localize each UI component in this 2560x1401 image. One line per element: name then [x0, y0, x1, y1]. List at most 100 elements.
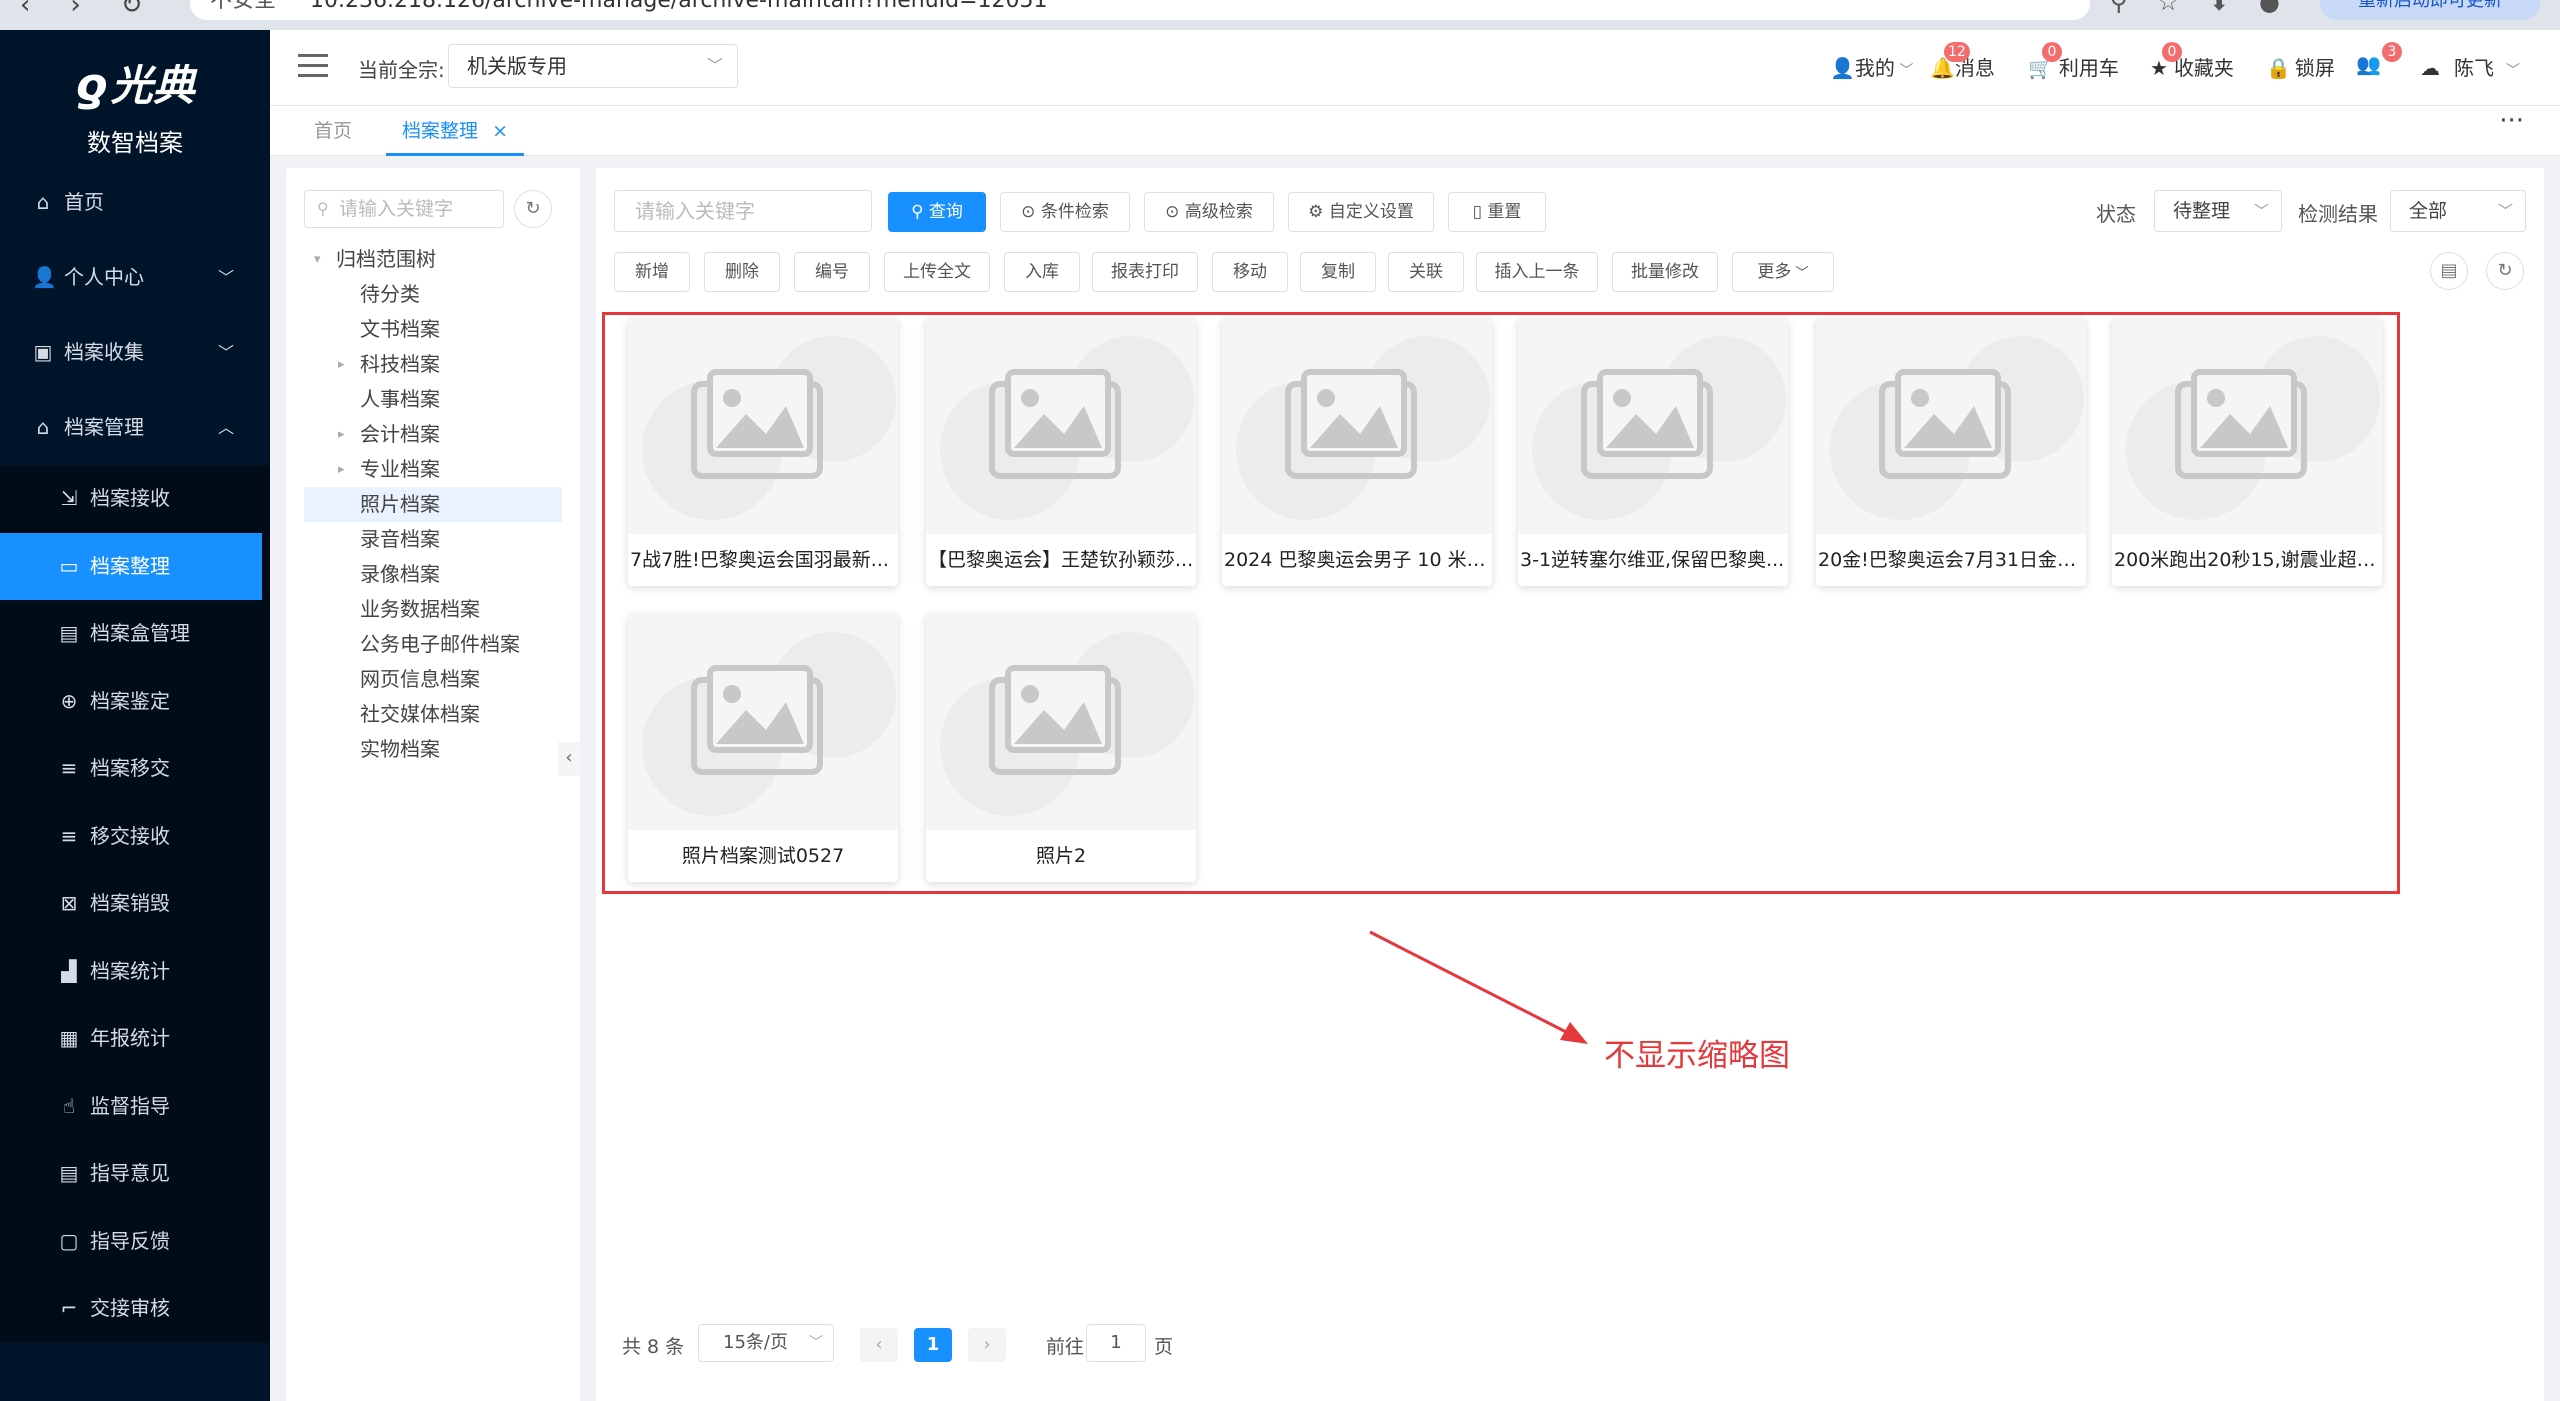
- sidebar-item-destroy[interactable]: ⊠ 档案销毁: [0, 870, 270, 938]
- tree-node[interactable]: 录音档案: [360, 522, 440, 557]
- photo-card[interactable]: 3-1逆转塞尔维亚,保留巴黎奥...: [1518, 318, 1788, 586]
- online-users-button[interactable]: 👥 3: [2356, 42, 2402, 76]
- lock-button[interactable]: 🔒 锁屏: [2266, 52, 2335, 81]
- photo-card[interactable]: 照片2: [926, 614, 1196, 882]
- tree-node[interactable]: 业务数据档案: [360, 592, 480, 627]
- tree-node[interactable]: 人事档案: [360, 382, 440, 417]
- sidebar-item-supervise[interactable]: ☝ 监督指导: [0, 1073, 270, 1141]
- status-select[interactable]: 待整理 ﹀: [2154, 190, 2282, 232]
- sidebar-item-transfer-receive[interactable]: ≡ 移交接收: [0, 803, 270, 871]
- tree-node[interactable]: 网页信息档案: [360, 662, 480, 697]
- my-menu[interactable]: 👤我的 ﹀: [1830, 52, 1913, 81]
- photo-card[interactable]: 7战7胜!巴黎奥运会国羽最新...: [628, 318, 898, 586]
- photo-card[interactable]: 【巴黎奥运会】王楚钦孙颖莎...: [926, 318, 1196, 586]
- sidebar-item-home[interactable]: ⌂ 首页: [0, 165, 270, 240]
- sidebar-item-audit[interactable]: ⌐ 交接审核: [0, 1275, 270, 1343]
- user-menu[interactable]: ☁ 陈飞 ﹀: [2420, 52, 2520, 81]
- tab-home[interactable]: 首页: [314, 116, 352, 156]
- tree-node[interactable]: 社交媒体档案: [360, 697, 480, 732]
- caret-right-icon[interactable]: ▸: [338, 417, 345, 452]
- sidebar-item-guidance[interactable]: ▤ 指导意见: [0, 1140, 270, 1208]
- sidebar-item-box[interactable]: ▤ 档案盒管理: [0, 600, 270, 668]
- number-button[interactable]: 编号: [794, 252, 870, 292]
- sidebar-item-collect[interactable]: ▣ 档案收集 ﹀: [0, 315, 270, 390]
- reset-button[interactable]: ▯ 重置: [1448, 192, 1546, 232]
- sidebar-item-annual[interactable]: ▦ 年报统计: [0, 1005, 270, 1073]
- my-menu-label: 我的: [1854, 56, 1895, 80]
- messages-button[interactable]: 🔔消息 12: [1930, 42, 1995, 81]
- more-button[interactable]: 更多 ﹀: [1732, 252, 1834, 292]
- caret-right-icon[interactable]: ▸: [338, 452, 345, 487]
- address-bar[interactable]: 不安全 10.236.218.126/archive-manage/archiv…: [190, 0, 2090, 20]
- collapse-panel-button[interactable]: ‹: [558, 742, 580, 776]
- sidebar-item-manage[interactable]: ⌂ 档案管理 ︿: [0, 390, 270, 465]
- photo-card[interactable]: 照片档案测试0527: [628, 614, 898, 882]
- lock-icon: 🔒: [2266, 56, 2291, 80]
- tree-node[interactable]: 公务电子邮件档案: [360, 627, 520, 662]
- tree-search-input[interactable]: ⚲ 请输入关键字: [304, 190, 504, 228]
- advanced-search-label: 高级检索: [1184, 202, 1253, 222]
- report-print-button[interactable]: 报表打印: [1092, 252, 1198, 292]
- tree-node-selected[interactable]: 照片档案: [304, 487, 562, 522]
- page-size-select[interactable]: 15条/页 ﹀: [698, 1324, 834, 1362]
- tree-node-label: 网页信息档案: [360, 667, 480, 691]
- browser-action-icons[interactable]: ⚲☆⬇●: [2110, 0, 2310, 16]
- goto-page-input[interactable]: 1: [1086, 1324, 1146, 1362]
- relate-button[interactable]: 关联: [1388, 252, 1464, 292]
- sidebar-item-statistics[interactable]: ▟ 档案统计: [0, 938, 270, 1006]
- sidebar-item-personal[interactable]: 👤 个人中心 ﹀: [0, 240, 270, 315]
- user-icon: 👤: [1830, 56, 1855, 80]
- prev-page-button[interactable]: ‹: [860, 1328, 898, 1362]
- custom-settings-button[interactable]: ⚙ 自定义设置: [1288, 192, 1434, 232]
- photo-card[interactable]: 200米跑出20秒15,谢震业超越...: [2112, 318, 2382, 586]
- photo-card[interactable]: 20金!巴黎奥运会7月31日金牌...: [1816, 318, 2086, 586]
- tree-node[interactable]: 文书档案: [360, 312, 440, 347]
- view-toggle-button[interactable]: ▤: [2430, 252, 2468, 290]
- copy-button[interactable]: 复制: [1300, 252, 1376, 292]
- batch-edit-button[interactable]: 批量修改: [1612, 252, 1718, 292]
- photo-card[interactable]: 2024 巴黎奥运会男子 10 米气...: [1222, 318, 1492, 586]
- tree-node[interactable]: 实物档案: [360, 732, 440, 767]
- tree-node[interactable]: 待分类: [360, 277, 420, 312]
- tree-node[interactable]: ▸ 科技档案: [338, 347, 440, 382]
- query-button[interactable]: ⚲ 查询: [888, 192, 986, 232]
- sidebar-item-receive[interactable]: ⇲ 档案接收: [0, 465, 270, 533]
- sidebar-item-transfer[interactable]: ≡ 档案移交: [0, 735, 270, 803]
- tree-refresh-button[interactable]: ↻: [514, 190, 552, 228]
- archive-in-button[interactable]: 入库: [1004, 252, 1080, 292]
- browser-update-button[interactable]: 重新启动即可更新: [2320, 0, 2540, 20]
- chevron-down-icon: ﹀: [2253, 202, 2269, 220]
- cart-button[interactable]: 🛒 利用车 0: [2028, 42, 2119, 81]
- advanced-search-button[interactable]: ⊙ 高级检索: [1144, 192, 1274, 232]
- tree-node-label: 社交媒体档案: [360, 702, 480, 726]
- tree-root[interactable]: ▾ 归档范围树: [314, 242, 436, 277]
- check-result-select[interactable]: 全部 ﹀: [2390, 190, 2526, 232]
- next-page-button[interactable]: ›: [968, 1328, 1006, 1362]
- upload-full-text-button[interactable]: 上传全文: [884, 252, 990, 292]
- sidebar-item-appraise[interactable]: ⊕ 档案鉴定: [0, 668, 270, 736]
- page-number-button[interactable]: 1: [914, 1328, 952, 1362]
- tree-node[interactable]: ▸ 专业档案: [338, 452, 440, 487]
- tree-node[interactable]: 录像档案: [360, 557, 440, 592]
- fonds-select[interactable]: 机关版专用 ﹀: [448, 44, 738, 88]
- condition-search-button[interactable]: ⊙ 条件检索: [1000, 192, 1130, 232]
- menu-toggle-icon[interactable]: [298, 54, 328, 78]
- sidebar-item-organize[interactable]: ▭ 档案整理: [0, 532, 262, 600]
- chevron-down-icon: ﹀: [217, 343, 234, 362]
- tree-node[interactable]: ▸ 会计档案: [338, 417, 440, 452]
- sidebar-item-label: 档案移交: [90, 756, 170, 780]
- refresh-button[interactable]: ↻: [2486, 252, 2524, 290]
- move-button[interactable]: 移动: [1212, 252, 1288, 292]
- favorites-button[interactable]: ★ 收藏夹 0: [2150, 42, 2234, 81]
- insert-previous-button[interactable]: 插入上一条: [1476, 252, 1598, 292]
- close-icon[interactable]: ×: [492, 120, 508, 142]
- add-button[interactable]: 新增: [614, 252, 690, 292]
- caret-right-icon[interactable]: ▸: [338, 347, 345, 382]
- sidebar-item-feedback[interactable]: ▢ 指导反馈: [0, 1208, 270, 1276]
- more-icon[interactable]: ···: [2499, 106, 2524, 136]
- browser-nav-icons[interactable]: ‹›↻: [20, 0, 183, 20]
- box-icon: ▤: [59, 621, 79, 645]
- keyword-input[interactable]: 请输入关键字: [614, 190, 872, 232]
- tab-organize[interactable]: 档案整理 ×: [386, 116, 524, 156]
- delete-button[interactable]: 删除: [704, 252, 780, 292]
